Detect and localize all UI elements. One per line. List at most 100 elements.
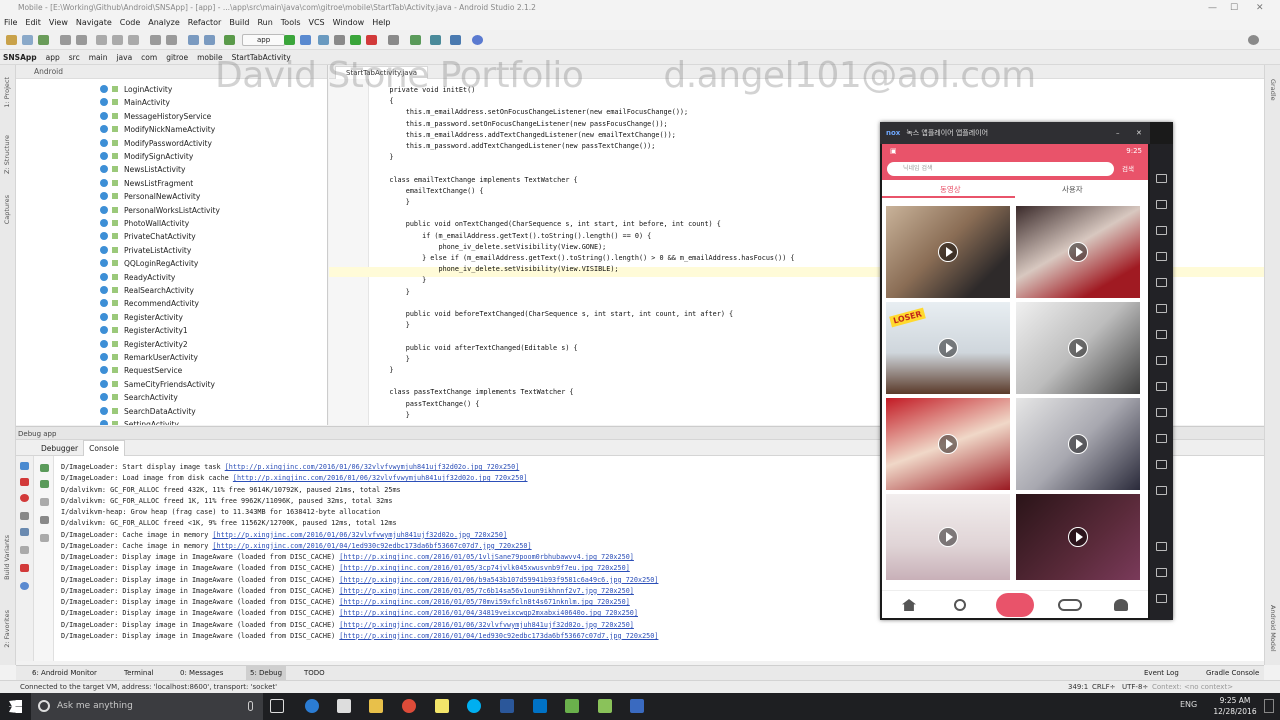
project-tree-item[interactable]: PrivateListActivity: [100, 244, 191, 257]
replace-icon[interactable]: [166, 35, 177, 45]
menu-refactor[interactable]: Refactor: [184, 16, 226, 30]
screenshot-icon[interactable]: [1156, 200, 1167, 209]
nox-minimize-icon[interactable]: –: [1116, 122, 1120, 144]
project-tree-item[interactable]: RegisterActivity1: [100, 324, 188, 337]
project-tree-item[interactable]: RealSearchActivity: [100, 284, 194, 297]
resume-icon[interactable]: [20, 462, 29, 470]
profile-icon[interactable]: [1114, 599, 1128, 611]
breadcrumb-item[interactable]: app: [43, 50, 66, 65]
help-icon[interactable]: [20, 582, 29, 590]
project-tree-item[interactable]: NewsListActivity: [100, 163, 185, 176]
edge-icon[interactable]: [305, 699, 319, 713]
microphone-icon[interactable]: [248, 701, 253, 711]
volume-down-icon[interactable]: [1156, 330, 1167, 339]
project-tree-item[interactable]: PersonalWorksListActivity: [100, 204, 220, 217]
tab-messages[interactable]: 0: Messages: [180, 666, 223, 681]
tab-debug[interactable]: 5: Debug: [246, 666, 287, 681]
project-tree-item[interactable]: NewsListFragment: [100, 177, 193, 190]
android-device-icon[interactable]: [450, 35, 461, 45]
android-model-tool-tab[interactable]: Android Model: [1269, 605, 1277, 652]
android-home-icon[interactable]: [1156, 568, 1167, 577]
menu-window[interactable]: Window: [329, 16, 369, 30]
android-recents-icon[interactable]: [1156, 594, 1167, 603]
file-explorer-icon[interactable]: [369, 699, 383, 713]
cut-icon[interactable]: [96, 35, 107, 45]
record-button[interactable]: [996, 593, 1034, 617]
search-button[interactable]: 검색: [1122, 162, 1134, 176]
android-back-icon[interactable]: [1156, 542, 1167, 551]
breadcrumb-item[interactable]: com: [138, 50, 163, 65]
tab-users[interactable]: 사용자: [1062, 184, 1083, 195]
project-tree-item[interactable]: PrivateChatActivity: [100, 230, 196, 243]
nox-app-icon[interactable]: [598, 699, 612, 713]
breadcrumb-item[interactable]: src: [66, 50, 86, 65]
multi-instance-icon[interactable]: [1156, 356, 1167, 365]
project-tree-item[interactable]: SameCityFriendsActivity: [100, 378, 215, 391]
project-tree-item[interactable]: SearchDataActivity: [100, 405, 196, 418]
menu-help[interactable]: Help: [368, 16, 394, 30]
store-icon[interactable]: [337, 699, 351, 713]
menu-run[interactable]: Run: [253, 16, 276, 30]
sdk-manager-icon[interactable]: [388, 35, 399, 45]
project-tree-item[interactable]: QQLoginRegActivity: [100, 257, 198, 270]
menu-edit[interactable]: Edit: [21, 16, 45, 30]
settings-icon[interactable]: [20, 546, 29, 554]
project-tree-item[interactable]: PhotoWallActivity: [100, 217, 189, 230]
project-tree-item[interactable]: ModifySignActivity: [100, 150, 193, 163]
close-debug-icon[interactable]: [20, 564, 29, 572]
console-link[interactable]: [http://p.xingjinc.com/2016/01/06/b9a543…: [339, 576, 658, 584]
apk-install-icon[interactable]: [1156, 174, 1167, 183]
clock-date[interactable]: 12/28/2016: [1206, 707, 1264, 716]
recorder-icon[interactable]: [1156, 460, 1167, 469]
tab-todo[interactable]: TODO: [304, 666, 325, 681]
sync-gradle-icon[interactable]: [410, 35, 421, 45]
scroll-down-icon[interactable]: [40, 480, 49, 488]
menu-view[interactable]: View: [45, 16, 72, 30]
camera-icon[interactable]: [20, 528, 29, 536]
video-thumbnail[interactable]: [886, 398, 1010, 490]
project-tree-item[interactable]: ModifyPasswordActivity: [100, 137, 212, 150]
mute-breakpoints-icon[interactable]: [20, 512, 29, 520]
console-link[interactable]: [http://p.xingjinc.com/2016/01/04/1ed930…: [212, 542, 531, 550]
attach-debugger-icon[interactable]: [318, 35, 329, 45]
clock-time[interactable]: 9:25 AM: [1212, 696, 1258, 705]
run-icon[interactable]: [284, 35, 295, 45]
sticky-notes-icon[interactable]: [435, 699, 449, 713]
forward-icon[interactable]: [204, 35, 215, 45]
console-link[interactable]: [http://p.xingjinc.com/2016/01/04/1ed930…: [339, 632, 658, 640]
view-breakpoints-icon[interactable]: [20, 494, 29, 502]
sync-icon[interactable]: [38, 35, 49, 45]
project-tree-item[interactable]: RegisterActivity: [100, 311, 183, 324]
search-icon[interactable]: [954, 599, 966, 611]
breadcrumb-item[interactable]: main: [86, 50, 114, 65]
run-config-select[interactable]: app: [242, 34, 286, 46]
maximize-icon[interactable]: ☐: [1230, 0, 1238, 16]
tab-event-log[interactable]: Event Log: [1144, 666, 1179, 681]
console-link[interactable]: [http://p.xingjinc.com/2016/01/06/32vlvf…: [233, 474, 528, 482]
close-icon[interactable]: ✕: [1256, 0, 1264, 16]
files-icon[interactable]: [1156, 434, 1167, 443]
captures-tool-tab[interactable]: Captures: [3, 195, 11, 224]
tab-videos[interactable]: 동영상: [940, 184, 961, 195]
gradle-tool-tab[interactable]: Gradle: [1269, 79, 1277, 101]
avd-manager-icon[interactable]: [430, 35, 441, 45]
make-project-icon[interactable]: [224, 35, 235, 45]
favorites-tool-tab[interactable]: 2: Favorites: [3, 610, 11, 648]
more-icon[interactable]: [1156, 486, 1167, 495]
input-language[interactable]: ENG: [1180, 700, 1197, 709]
scissors-icon[interactable]: [1156, 226, 1167, 235]
tab-console[interactable]: Console: [83, 440, 125, 457]
project-tree-item[interactable]: MainActivity: [100, 96, 170, 109]
search-input[interactable]: 닉네임 검색: [887, 162, 1114, 176]
breadcrumb-item[interactable]: java: [113, 50, 138, 65]
skype-icon[interactable]: [467, 699, 481, 713]
video-thumbnail[interactable]: [1016, 494, 1140, 580]
clear-all-icon[interactable]: [40, 534, 49, 542]
video-thumbnail[interactable]: [886, 206, 1010, 298]
stop-icon[interactable]: [366, 35, 377, 45]
structure-tool-tab[interactable]: Z: Structure: [3, 135, 11, 174]
console-link[interactable]: [http://p.xingjinc.com/2016/01/04/34819v…: [339, 609, 638, 617]
nox-close-icon[interactable]: ✕: [1136, 122, 1142, 144]
tab-debugger[interactable]: Debugger: [36, 441, 83, 457]
notification-icon[interactable]: [1264, 699, 1274, 713]
